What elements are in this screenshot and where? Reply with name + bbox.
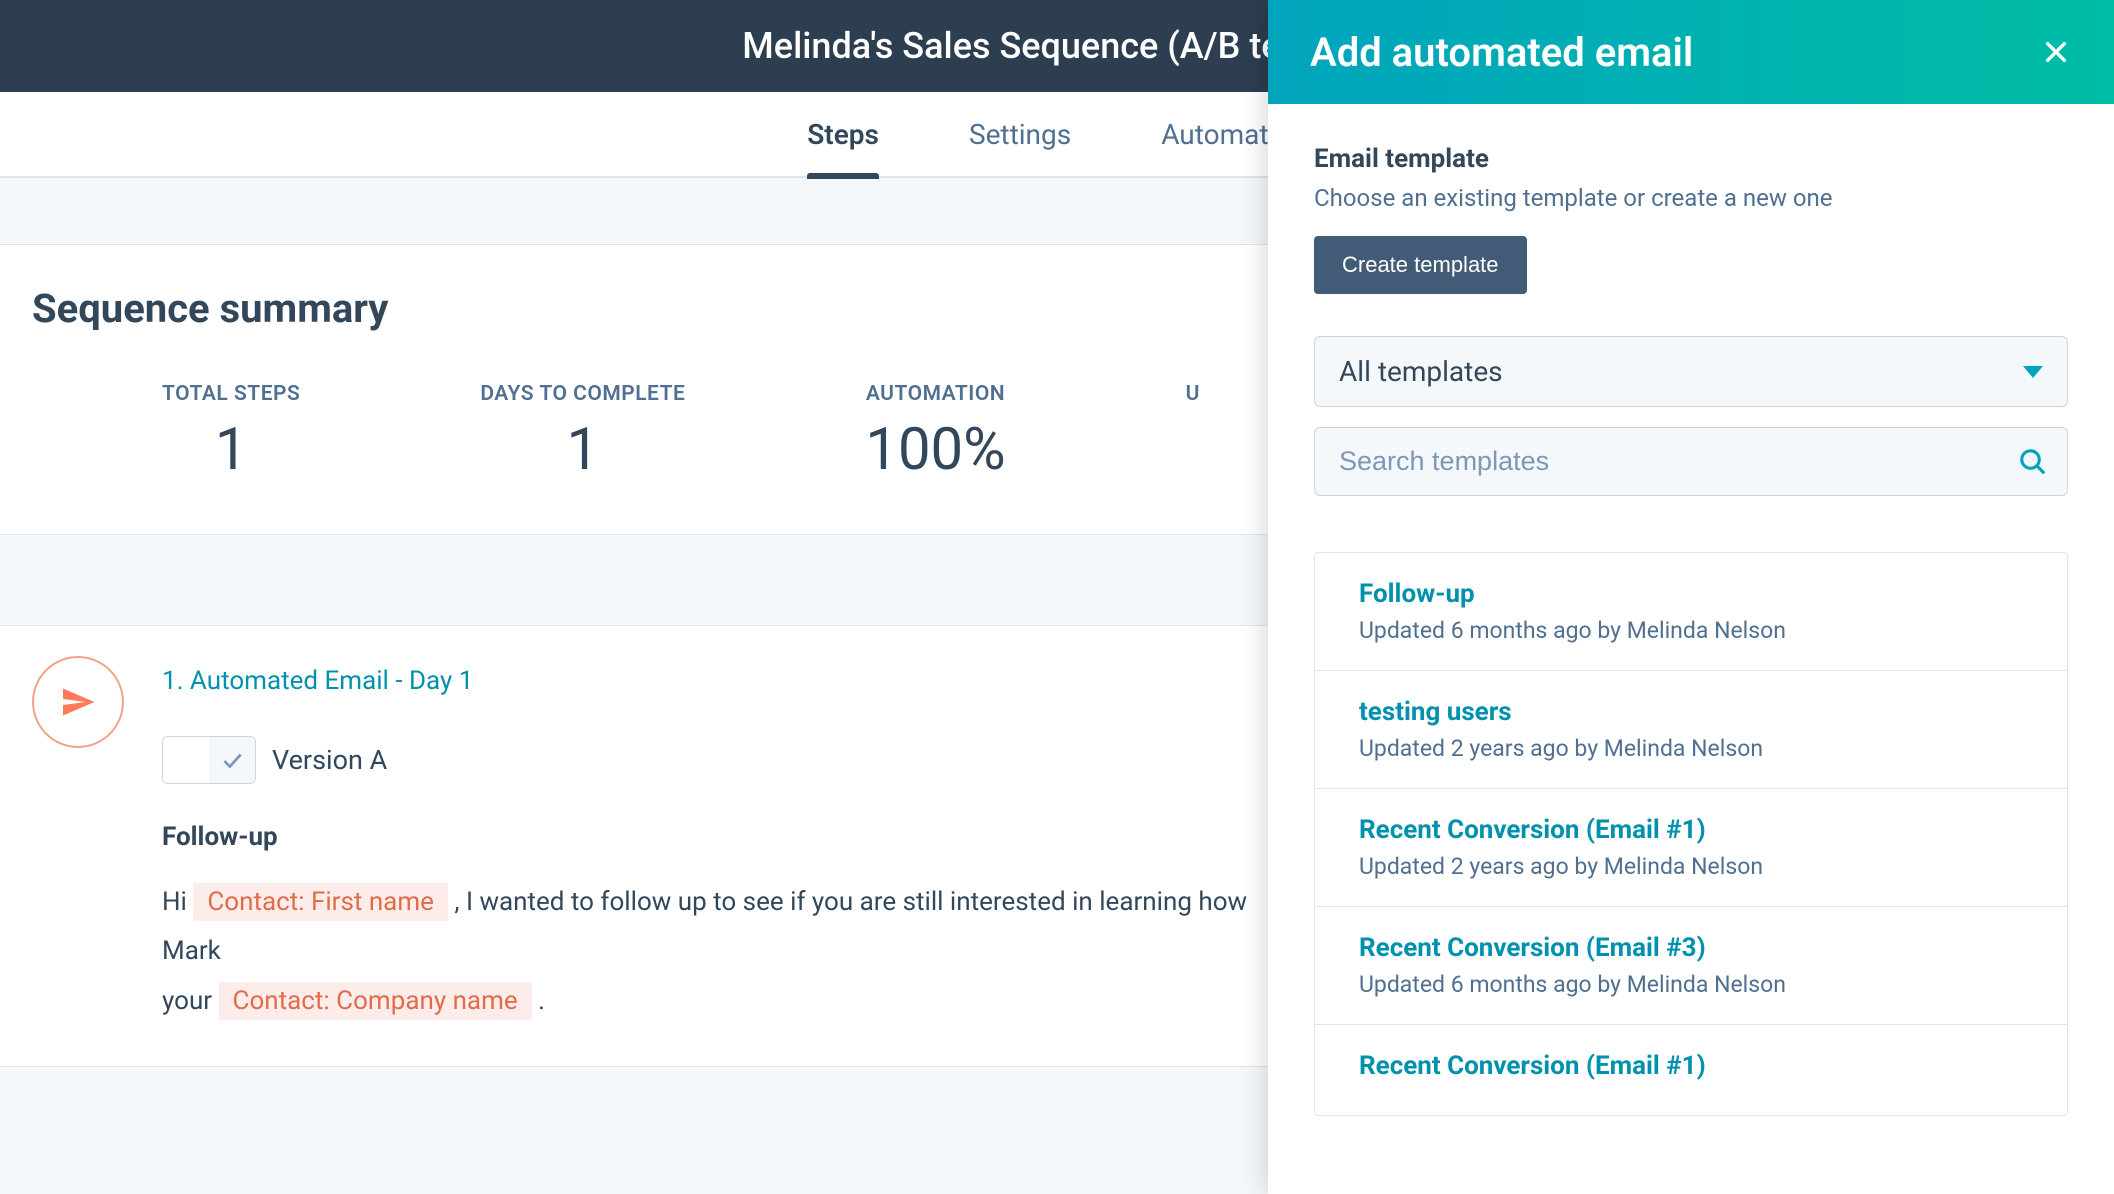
template-item-meta: Updated 6 months ago by Melinda Nelson xyxy=(1359,617,2023,644)
create-template-button[interactable]: Create template xyxy=(1314,236,1527,294)
paper-plane-icon xyxy=(60,684,96,720)
email-body-preview: Hi Contact: First name , I wanted to fol… xyxy=(162,878,1302,1026)
stat-label: DAYS TO COMPLETE xyxy=(480,382,685,406)
template-item-meta: Updated 6 months ago by Melinda Nelson xyxy=(1359,971,2023,998)
search-input[interactable] xyxy=(1314,427,2068,496)
check-icon xyxy=(219,747,245,773)
section-desc: Choose an existing template or create a … xyxy=(1314,184,2068,212)
stat-label: U xyxy=(1186,382,1200,406)
template-item[interactable]: testing users Updated 2 years ago by Mel… xyxy=(1315,671,2067,789)
body-text: Hi xyxy=(162,887,193,917)
template-item-title: Recent Conversion (Email #3) xyxy=(1359,933,2023,963)
template-item-title: testing users xyxy=(1359,697,2023,727)
merge-token-company-name[interactable]: Contact: Company name xyxy=(219,982,532,1020)
caret-down-icon xyxy=(2023,366,2043,378)
template-list: Follow-up Updated 6 months ago by Melind… xyxy=(1314,552,2068,1116)
template-item-meta: Updated 2 years ago by Melinda Nelson xyxy=(1359,735,2023,762)
close-icon[interactable] xyxy=(2040,36,2072,68)
merge-token-first-name[interactable]: Contact: First name xyxy=(193,883,448,921)
version-toggle-left[interactable] xyxy=(163,737,209,783)
side-panel: Add automated email Email template Choos… xyxy=(1268,0,2114,1194)
stat-value: 100% xyxy=(865,416,1005,484)
step-type-icon-circle xyxy=(32,656,124,748)
stat-partial: U xyxy=(1186,382,1200,484)
body-text: . xyxy=(538,986,545,1016)
template-item-meta: Updated 2 years ago by Melinda Nelson xyxy=(1359,853,2023,880)
template-item-title: Recent Conversion (Email #1) xyxy=(1359,815,2023,845)
stat-label: TOTAL STEPS xyxy=(162,382,300,406)
section-label: Email template xyxy=(1314,144,2068,174)
stat-value: 1 xyxy=(162,416,300,484)
stat-days-complete: DAYS TO COMPLETE 1 xyxy=(480,382,685,484)
template-item[interactable]: Recent Conversion (Email #3) Updated 6 m… xyxy=(1315,907,2067,1025)
template-item[interactable]: Recent Conversion (Email #1) xyxy=(1315,1025,2067,1115)
body-text: your xyxy=(162,986,219,1016)
stat-total-steps: TOTAL STEPS 1 xyxy=(162,382,300,484)
template-item[interactable]: Recent Conversion (Email #1) Updated 2 y… xyxy=(1315,789,2067,907)
search-icon[interactable] xyxy=(2018,447,2048,477)
version-label: Version A xyxy=(272,744,387,776)
version-toggle[interactable] xyxy=(162,736,256,784)
tab-settings[interactable]: Settings xyxy=(969,92,1071,177)
template-item-title: Recent Conversion (Email #1) xyxy=(1359,1051,2023,1081)
template-item-title: Follow-up xyxy=(1359,579,2023,609)
stat-automation: AUTOMATION 100% xyxy=(865,382,1005,484)
search-wrap xyxy=(1314,427,2068,496)
page-title: Melinda's Sales Sequence (A/B test) xyxy=(742,25,1323,67)
stat-label: AUTOMATION xyxy=(865,382,1005,406)
version-toggle-right[interactable] xyxy=(209,737,255,783)
panel-header: Add automated email xyxy=(1268,0,2114,104)
tab-steps[interactable]: Steps xyxy=(807,92,879,177)
stat-value: 1 xyxy=(480,416,685,484)
dropdown-value: All templates xyxy=(1339,355,1503,388)
panel-body: Email template Choose an existing templa… xyxy=(1268,104,2114,1194)
template-item[interactable]: Follow-up Updated 6 months ago by Melind… xyxy=(1315,553,2067,671)
panel-title: Add automated email xyxy=(1310,29,1693,76)
template-filter-dropdown[interactable]: All templates xyxy=(1314,336,2068,407)
